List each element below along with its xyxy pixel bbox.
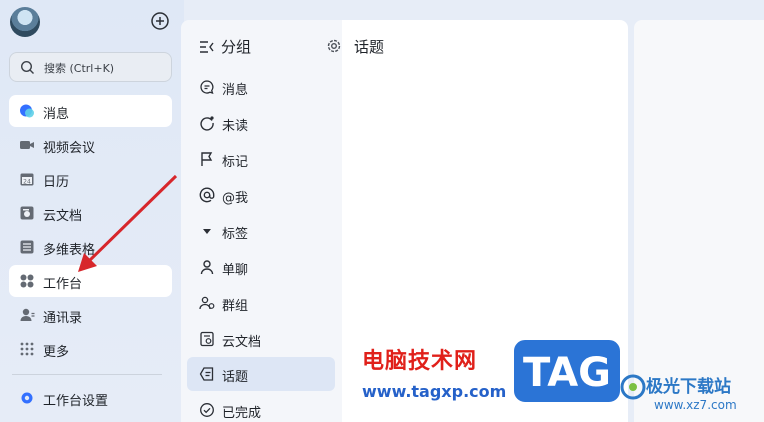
doc-icon [200,331,214,347]
sidebar-item-label: 消息 [43,107,70,122]
workbench-icon [20,274,34,288]
contacts-icon [20,308,35,321]
sidebar-item-label: 工作台 [43,277,83,292]
sidebar-item-more[interactable]: 更多 [9,333,172,365]
watermark-site-name: 电脑技术网 [362,349,478,374]
unread-icon [200,116,214,131]
group-icon [199,296,215,310]
panel-item-label: 标记 [222,155,249,170]
detail-pane [634,20,764,422]
left-navigation: 搜索 (Ctrl+K) 消息 视频会议 24 日历 云文档 多维表格 工作台 通… [0,0,184,422]
panel-item-label: 已完成 [222,406,262,421]
table-icon [20,240,34,254]
flag-icon [201,152,213,166]
caret-down-icon [203,229,211,234]
sidebar-item-calendar[interactable]: 24 日历 [9,163,172,195]
sidebar-item-cloud-docs[interactable]: 云文档 [9,197,172,229]
panel-item-mentions[interactable]: @我 [187,178,335,212]
topic-icon [199,367,214,381]
cloud-doc-icon [20,206,34,220]
watermark-brand: 极光下载站 www.xz7.com [620,368,764,418]
workbench-settings-button[interactable]: 工作台设置 [9,382,172,414]
person-icon [200,260,214,275]
filter-panel: 分组 消息 未读 标记 @我 标签 单聊 群组 云文档 话题 已完成 [181,20,342,422]
panel-item-cloud-docs[interactable]: 云文档 [187,322,335,356]
search-placeholder: 搜索 (Ctrl+K) [44,62,115,75]
collapse-panel-icon[interactable] [199,39,215,55]
panel-header: 分组 [199,36,341,58]
video-camera-icon [20,141,34,149]
message-icon [200,80,214,95]
panel-item-direct-chats[interactable]: 单聊 [187,250,335,284]
panel-item-flagged[interactable]: 标记 [187,142,335,176]
sidebar-item-workbench[interactable]: 工作台 [9,265,172,297]
search-icon [20,60,34,74]
watermark-brand-url: www.xz7.com [654,398,737,412]
sidebar-item-label: 通讯录 [43,311,83,326]
watermark-tag-logo: TAG [512,338,622,404]
panel-item-groups[interactable]: 群组 [187,286,335,320]
panel-item-completed[interactable]: 已完成 [187,393,335,422]
sidebar-item-tables[interactable]: 多维表格 [9,231,172,263]
calendar-badge: 24 [23,178,31,185]
settings-gear-icon[interactable] [326,38,342,54]
grid-dots-icon [20,342,34,356]
add-circle-icon[interactable] [150,11,170,31]
panel-item-label: 群组 [222,299,249,314]
panel-title: 分组 [221,38,252,56]
panel-item-topics[interactable]: 话题 [187,357,335,391]
panel-item-label: 消息 [222,83,249,98]
user-avatar[interactable] [10,7,40,37]
panel-item-label: 话题 [222,370,249,385]
sidebar-item-messages[interactable]: 消息 [9,95,172,127]
at-icon [199,187,215,203]
sidebar-item-label: 多维表格 [43,243,96,258]
watermark-site-url: www.tagxp.com [362,382,507,401]
chat-bubble-icon [20,104,34,118]
panel-item-tags[interactable]: 标签 [187,214,335,248]
workbench-settings-label: 工作台设置 [43,394,109,409]
sidebar-item-video-meeting[interactable]: 视频会议 [9,129,172,161]
panel-item-label: 标签 [222,227,249,242]
panel-item-label: 云文档 [222,335,262,350]
search-box[interactable]: 搜索 (Ctrl+K) [9,52,172,82]
sidebar-item-label: 更多 [43,345,70,360]
sidebar-item-label: 视频会议 [43,141,96,156]
sidebar-item-label: 日历 [43,175,70,190]
sidebar-item-contacts[interactable]: 通讯录 [9,299,172,331]
watermark-brand-name: 极光下载站 [646,377,731,397]
done-check-icon [200,403,214,417]
panel-item-messages[interactable]: 消息 [187,70,335,104]
sidebar-item-label: 云文档 [43,209,83,224]
panel-item-unread[interactable]: 未读 [187,106,335,140]
sidebar-divider [12,374,162,375]
panel-item-label: @我 [222,191,249,206]
panel-item-label: 单聊 [222,263,249,278]
calendar-icon: 24 [20,173,34,186]
aurora-logo-icon [620,374,646,400]
watermark-tag-text: TAG [523,350,611,396]
app-window: 搜索 (Ctrl+K) 消息 视频会议 24 日历 云文档 多维表格 工作台 通… [0,0,764,422]
content-title: 话题 [354,38,385,56]
gear-icon [21,392,33,404]
panel-item-label: 未读 [222,119,249,134]
